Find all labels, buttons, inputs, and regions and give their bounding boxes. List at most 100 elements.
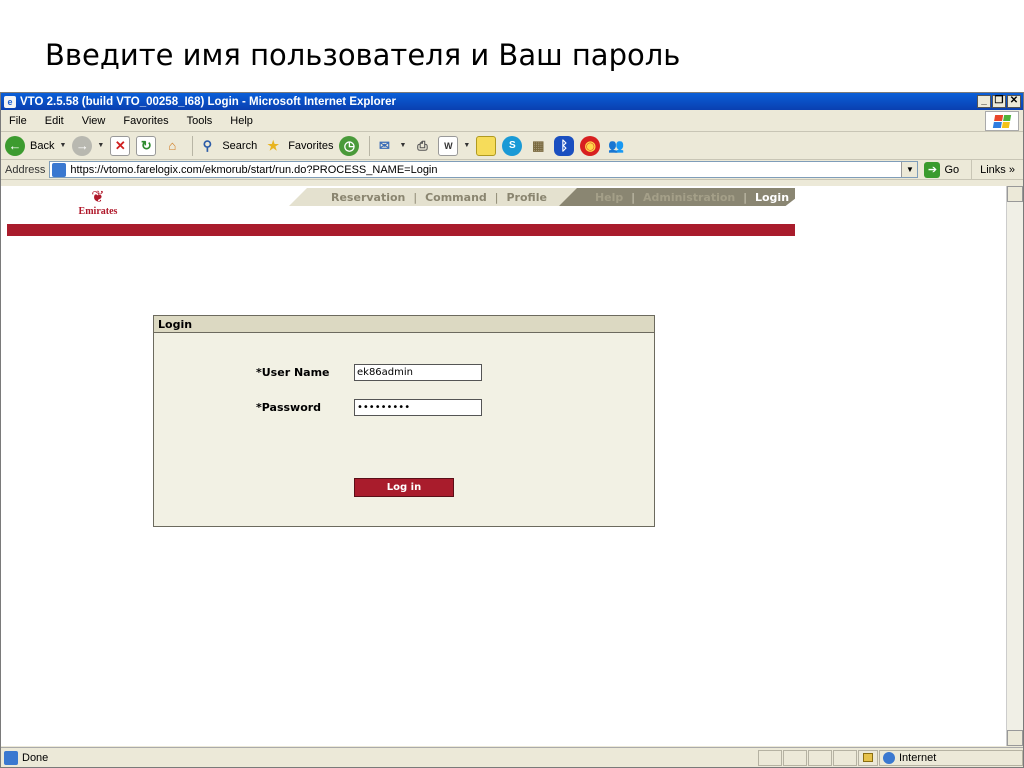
page-done-icon — [4, 750, 18, 765]
nav-reservation[interactable]: Reservation — [331, 191, 405, 204]
favorites-label: Favorites — [288, 139, 334, 152]
printer-icon: ⎙ — [417, 137, 428, 153]
history-icon: ◷ — [339, 135, 360, 156]
history-button[interactable]: ◷ — [339, 135, 360, 156]
forward-dropdown-icon: ▼ — [97, 142, 105, 149]
search-button[interactable]: ⚲ Search — [197, 136, 258, 156]
skype-button[interactable]: S — [502, 135, 523, 156]
links-button[interactable]: Links » — [971, 159, 1023, 180]
go-button[interactable]: ➔ Go — [924, 161, 960, 178]
go-arrow-icon: ➔ — [924, 161, 941, 178]
bluetooth-icon: ᛒ — [554, 135, 575, 156]
password-input[interactable] — [354, 399, 482, 416]
research-icon: ▦ — [532, 137, 545, 153]
mail-icon: ✉ — [379, 137, 390, 153]
print-button[interactable]: ⎙ — [412, 136, 432, 156]
login-panel-title: Login — [154, 316, 654, 333]
login-button[interactable]: Log in — [354, 478, 454, 497]
research-button[interactable]: ▦ — [528, 136, 548, 156]
status-cell — [758, 749, 782, 766]
password-label: *Password — [256, 401, 322, 414]
go-label: Go — [944, 163, 960, 176]
refresh-icon: ↻ — [136, 135, 157, 156]
page-content: ❦ Emirates Reservation | Command | Profi… — [1, 186, 1007, 746]
lock-icon[interactable] — [858, 749, 878, 766]
back-arrow-icon: ← — [5, 135, 25, 156]
stop-button[interactable]: ✕ — [110, 135, 131, 156]
toolbar-separator — [369, 135, 371, 156]
menu-edit[interactable]: Edit — [36, 115, 73, 127]
browser-window: e VTO 2.5.58 (build VTO_00258_I68) Login… — [0, 92, 1024, 768]
notes-button[interactable] — [476, 135, 497, 156]
address-label: Address — [5, 163, 46, 176]
contacts-icon: 👥 — [608, 137, 625, 153]
search-label: Search — [222, 139, 258, 152]
address-dropdown-icon[interactable]: ▼ — [901, 162, 918, 177]
scroll-down-button[interactable] — [1007, 730, 1023, 746]
window-titlebar: e VTO 2.5.58 (build VTO_00258_I68) Login… — [1, 93, 1023, 110]
minimize-button[interactable]: _ — [977, 95, 991, 108]
back-label: Back — [30, 139, 55, 152]
maximize-button[interactable]: ❐ — [992, 95, 1006, 108]
menu-file[interactable]: File — [1, 115, 36, 127]
zone-label: Internet — [899, 751, 937, 764]
scroll-up-button[interactable] — [1007, 186, 1023, 202]
address-url: https://vtomo.farelogix.com/ekmorub/star… — [70, 163, 438, 176]
emirates-logo[interactable]: ❦ Emirates — [73, 189, 123, 218]
status-cell — [833, 749, 857, 766]
nav-command[interactable]: Command — [425, 191, 487, 204]
menu-favorites[interactable]: Favorites — [114, 115, 177, 127]
username-row: *User Name — [256, 364, 482, 381]
forward-arrow-icon: → — [72, 135, 93, 156]
status-bar: Done Internet — [1, 747, 1023, 767]
username-input[interactable] — [354, 364, 482, 381]
menu-view[interactable]: View — [73, 115, 115, 127]
menu-tools[interactable]: Tools — [178, 115, 222, 127]
messenger-button[interactable]: ◉ — [580, 135, 601, 156]
nav-help[interactable]: Help — [595, 191, 623, 204]
ie-icon: e — [4, 95, 16, 108]
nav-divider: | — [413, 190, 418, 204]
status-cell — [783, 749, 807, 766]
mail-button[interactable]: ✉ ▼ — [374, 136, 406, 156]
home-icon: ⌂ — [168, 138, 177, 153]
security-zone[interactable]: Internet — [879, 749, 1023, 766]
password-row: *Password — [256, 399, 482, 416]
login-panel: Login *User Name *Password Log in — [153, 315, 655, 527]
window-title: VTO 2.5.58 (build VTO_00258_I68) Login -… — [20, 95, 396, 108]
slide-title: Введите имя пользователя и Ваш пароль — [45, 38, 681, 72]
home-button[interactable]: ⌂ — [162, 136, 182, 156]
nav-login[interactable]: Login — [755, 191, 789, 204]
menu-bar: File Edit View Favorites Tools Help — [1, 110, 1023, 132]
links-label: Links — [980, 163, 1006, 176]
emirates-emblem-icon: ❦ — [91, 189, 105, 206]
vertical-scrollbar[interactable] — [1006, 186, 1023, 746]
brand-bar — [7, 224, 795, 236]
nav-administration[interactable]: Administration — [643, 191, 735, 204]
search-icon: ⚲ — [202, 137, 213, 153]
nav-divider: | — [631, 190, 635, 204]
favorites-button[interactable]: ★ Favorites — [263, 136, 333, 156]
edit-button[interactable]: W ▼ — [438, 135, 470, 156]
menu-help[interactable]: Help — [221, 115, 262, 127]
username-label: *User Name — [256, 366, 330, 379]
site-nav: Reservation | Command | Profile Help | A… — [289, 188, 795, 206]
chevron-right-icon: » — [1008, 163, 1015, 176]
status-text: Done — [22, 751, 49, 764]
bluetooth-button[interactable]: ᛒ — [554, 135, 575, 156]
nav-profile[interactable]: Profile — [507, 191, 547, 204]
word-icon: W — [438, 135, 459, 156]
toolbar-separator — [192, 135, 194, 156]
star-icon: ★ — [267, 137, 280, 153]
forward-button[interactable]: → ▼ — [72, 135, 105, 156]
standard-toolbar: ← Back ▼ → ▼ ✕ ↻ ⌂ ⚲ Search ★ Favorites … — [1, 132, 1023, 160]
mail-dropdown-icon: ▼ — [399, 142, 407, 149]
contacts-button[interactable]: 👥 — [606, 136, 626, 156]
nav-divider: | — [743, 190, 747, 204]
brand-name: Emirates — [78, 206, 118, 217]
refresh-button[interactable]: ↻ — [136, 135, 157, 156]
back-dropdown-icon: ▼ — [59, 142, 67, 149]
back-button[interactable]: ← Back ▼ — [5, 135, 67, 156]
address-input[interactable]: https://vtomo.farelogix.com/ekmorub/star… — [49, 161, 919, 178]
close-button[interactable]: ✕ — [1007, 95, 1021, 108]
